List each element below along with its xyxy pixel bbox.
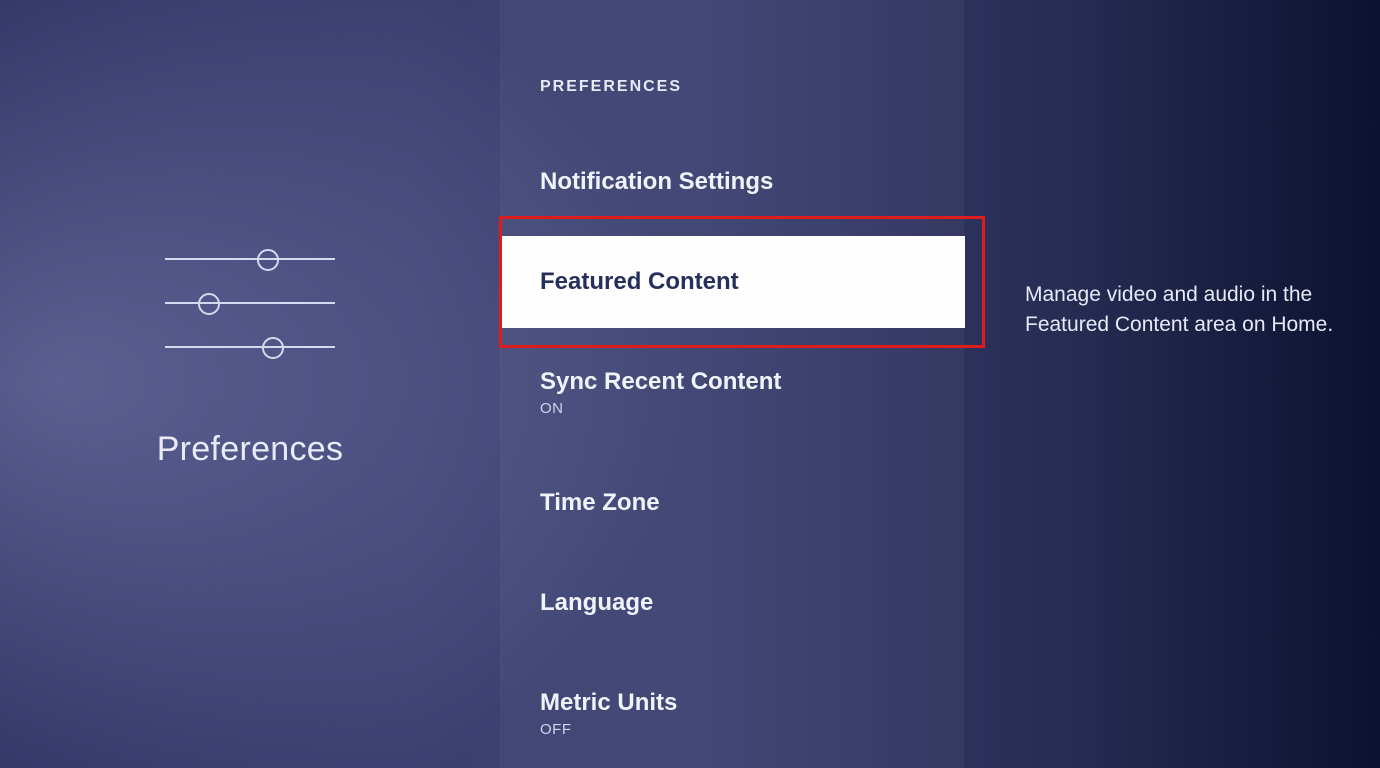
settings-screen: Preferences PREFERENCES Notification Set… xyxy=(0,0,1380,768)
menu-item-title: Time Zone xyxy=(540,489,925,517)
menu-item-title: Notification Settings xyxy=(540,168,925,196)
menu-item-metric-units[interactable]: Metric Units OFF xyxy=(500,669,965,758)
menu-item-notification-settings[interactable]: Notification Settings xyxy=(500,148,965,216)
preferences-sliders-icon xyxy=(165,240,335,380)
menu-panel: PREFERENCES Notification Settings Featur… xyxy=(500,0,965,768)
spacer xyxy=(500,328,965,348)
menu-item-description: Manage video and audio in the Featured C… xyxy=(1025,280,1340,341)
spacer xyxy=(500,437,965,469)
menu-item-title: Language xyxy=(540,589,925,617)
spacer xyxy=(500,216,965,236)
slider-knob-icon xyxy=(198,293,220,315)
spacer xyxy=(500,537,965,569)
slider-line-icon xyxy=(165,346,335,348)
menu-item-title: Featured Content xyxy=(540,268,925,296)
slider-knob-icon xyxy=(257,249,279,271)
slider-line-icon xyxy=(165,302,335,304)
slider-line-icon xyxy=(165,258,335,260)
left-panel: Preferences xyxy=(0,0,500,768)
spacer xyxy=(500,637,965,669)
menu-item-status: ON xyxy=(540,400,925,417)
menu-item-title: Sync Recent Content xyxy=(540,368,925,396)
slider-knob-icon xyxy=(262,337,284,359)
menu-header: PREFERENCES xyxy=(500,78,965,148)
menu-item-time-zone[interactable]: Time Zone xyxy=(500,469,965,537)
menu-item-title: Metric Units xyxy=(540,689,925,717)
category-title: Preferences xyxy=(157,430,344,469)
description-panel: Manage video and audio in the Featured C… xyxy=(965,0,1380,768)
menu-item-featured-content[interactable]: Featured Content xyxy=(500,236,965,328)
menu-item-status: OFF xyxy=(540,721,925,738)
menu-item-language[interactable]: Language xyxy=(500,569,965,637)
menu-item-sync-recent-content[interactable]: Sync Recent Content ON xyxy=(500,348,965,437)
